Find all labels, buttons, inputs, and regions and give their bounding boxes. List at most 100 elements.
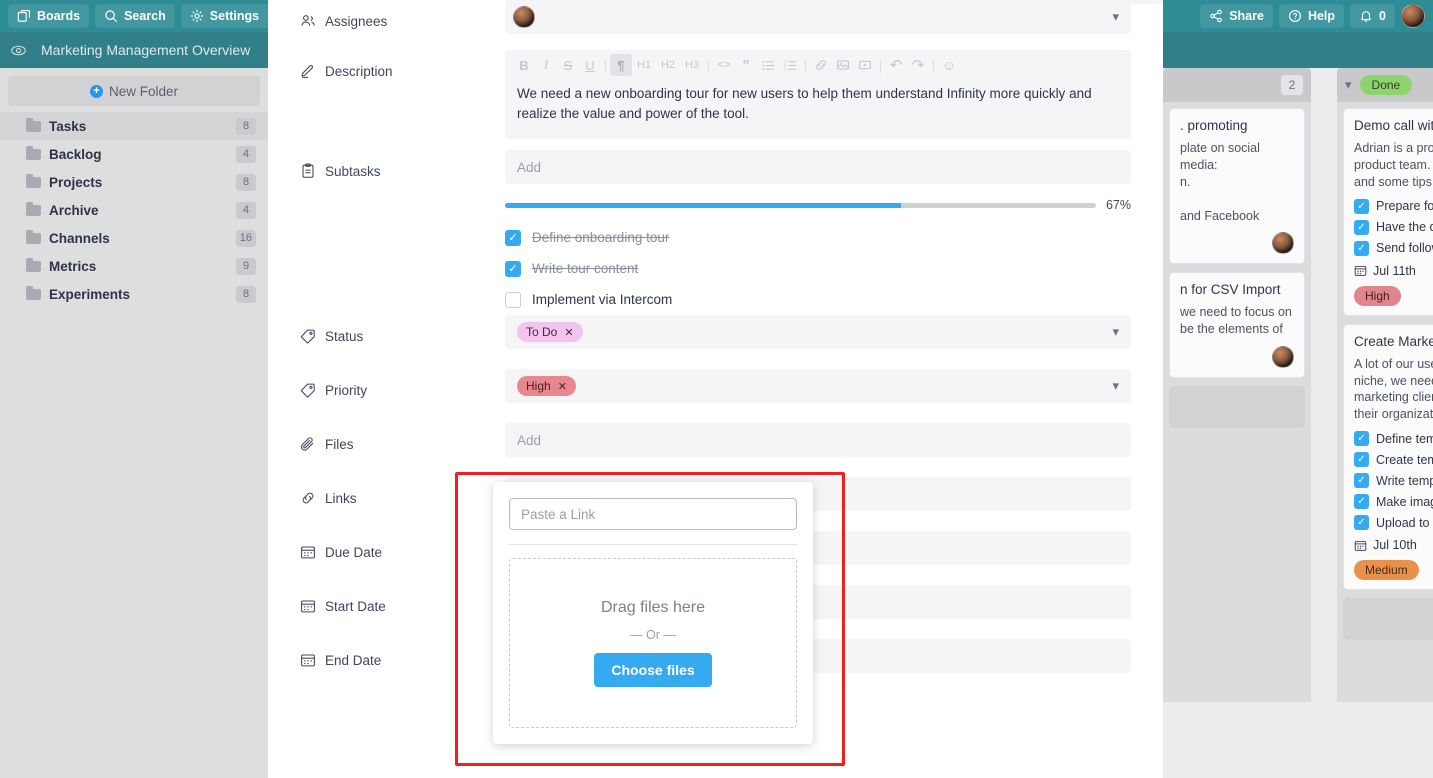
heading-1-icon[interactable]: H1 [632, 54, 656, 76]
help-button[interactable]: Help [1278, 4, 1345, 28]
paste-link-input[interactable]: Paste a Link [509, 498, 797, 530]
avatar[interactable] [513, 6, 535, 28]
chevron-down-icon[interactable]: ▾ [1345, 77, 1352, 93]
kanban-column-header[interactable]: ▾ Done [1337, 68, 1433, 102]
kanban-card[interactable]: Demo call with Adrian is a produ product… [1343, 108, 1433, 316]
blockquote-icon[interactable]: ” [735, 54, 757, 76]
notifications-button[interactable]: 0 [1350, 4, 1395, 28]
sidebar-item-count: 8 [236, 117, 256, 135]
kanban-card-subtask[interactable]: ✓ Have the dem [1354, 219, 1433, 235]
boards-button[interactable]: Boards [8, 4, 90, 28]
checkbox-checked-icon[interactable]: ✓ [1354, 452, 1369, 468]
video-icon[interactable] [854, 54, 876, 76]
subtasks-label: Subtasks [325, 163, 381, 179]
remove-tag-icon[interactable]: ✕ [564, 326, 573, 339]
share-button[interactable]: Share [1200, 4, 1273, 28]
chevron-down-icon[interactable]: ▾ [1112, 9, 1119, 25]
paragraph-icon[interactable]: ¶ [610, 54, 632, 76]
kanban-columns: 2 . promoting plate on social media: n. … [1163, 68, 1433, 702]
heading-3-icon[interactable]: H3 [680, 54, 704, 76]
image-icon[interactable] [832, 54, 854, 76]
kanban-card[interactable]: . promoting plate on social media: n. an… [1169, 108, 1305, 265]
kanban-card-subtask[interactable]: ✓ Prepare for th [1354, 198, 1433, 214]
underline-icon[interactable]: U [579, 54, 601, 76]
search-button[interactable]: Search [95, 4, 175, 28]
description-text[interactable]: We need a new onboarding tour for new us… [505, 80, 1131, 139]
sidebar-item-channels[interactable]: Channels 16 [0, 224, 268, 252]
avatar[interactable] [1272, 346, 1294, 369]
kanban-column-count: 2 [1281, 75, 1303, 95]
checkbox-checked-icon[interactable]: ✓ [1354, 431, 1369, 447]
priority-select[interactable]: High ✕ ▾ [505, 369, 1131, 403]
user-avatar[interactable] [1401, 4, 1425, 28]
kanban-card-date: Jul 11th [1354, 264, 1433, 278]
checkbox-checked-icon[interactable]: ✓ [505, 260, 521, 277]
bullet-list-icon[interactable] [757, 54, 779, 76]
chevron-down-icon[interactable]: ▾ [1112, 324, 1119, 340]
subtask-item[interactable]: ✓ Define onboarding tour [505, 222, 1131, 253]
status-tag[interactable]: To Do ✕ [517, 322, 583, 342]
kanban-column-status-badge: Done [1359, 75, 1413, 95]
description-editor[interactable]: B I S U | ¶ H1 H2 H3 | <> ” 1 2 3 | | ↶ … [505, 50, 1131, 139]
subtask-item[interactable]: Implement via Intercom [505, 284, 1131, 315]
subtask-item[interactable]: ✓ Write tour content [505, 253, 1131, 284]
kanban-card[interactable]: n for CSV Import we need to focus on be … [1169, 272, 1305, 379]
kanban-card-subtask-label: Send follow u [1376, 241, 1433, 256]
choose-files-button[interactable]: Choose files [594, 653, 712, 687]
calendar-icon [300, 652, 316, 668]
files-add-input[interactable]: Add [505, 423, 1131, 457]
kanban-card-priority-tag[interactable]: High [1354, 285, 1401, 306]
sidebar-item-experiments[interactable]: Experiments 8 [0, 280, 268, 308]
checkbox-checked-icon[interactable]: ✓ [505, 229, 521, 246]
checkbox-checked-icon[interactable]: ✓ [1354, 240, 1369, 256]
status-tag-label: To Do [526, 325, 558, 339]
code-icon[interactable]: <> [713, 54, 735, 76]
strikethrough-icon[interactable]: S [557, 54, 579, 76]
emoji-icon[interactable]: ☺ [938, 54, 960, 76]
new-folder-button[interactable]: + New Folder [8, 76, 260, 106]
kanban-column-header[interactable]: 2 [1163, 68, 1311, 102]
subtasks-label-group: Subtasks [300, 150, 505, 179]
checkbox-checked-icon[interactable]: ✓ [1354, 219, 1369, 235]
toolbar-separator: | [603, 57, 608, 73]
sidebar-item-tasks[interactable]: Tasks 8 [0, 112, 268, 140]
checkbox-checked-icon[interactable]: ✓ [1354, 494, 1369, 510]
link-icon[interactable] [810, 54, 832, 76]
assignees-select[interactable]: ▾ [505, 0, 1131, 34]
kanban-card-priority-tag[interactable]: Medium [1354, 560, 1419, 581]
sidebar-item-count: 8 [236, 285, 256, 303]
file-dropzone[interactable]: Drag files here — Or — Choose files [509, 558, 797, 728]
bold-icon[interactable]: B [513, 54, 535, 76]
kanban-card-body: we need to focus on be the elements of [1180, 305, 1292, 337]
heading-2-icon[interactable]: H2 [656, 54, 680, 76]
kanban-card-subtask[interactable]: ✓ Write templat [1354, 473, 1433, 489]
priority-tag[interactable]: High ✕ [517, 376, 576, 396]
calendar-icon [1354, 539, 1367, 552]
kanban-card[interactable]: Create Marketi A lot of our users niche,… [1343, 323, 1433, 591]
sidebar-item-backlog[interactable]: Backlog 4 [0, 140, 268, 168]
kanban-card-subtask[interactable]: ✓ Define templa [1354, 431, 1433, 447]
kanban-card-subtask[interactable]: ✓ Make images [1354, 494, 1433, 510]
kanban-card-subtask[interactable]: ✓ Send follow u [1354, 240, 1433, 256]
remove-tag-icon[interactable]: ✕ [558, 380, 567, 393]
chevron-down-icon[interactable]: ▾ [1112, 378, 1119, 394]
people-icon [300, 13, 316, 29]
numbered-list-icon[interactable]: 123 [779, 54, 801, 76]
sidebar-item-metrics[interactable]: Metrics 9 [0, 252, 268, 280]
eye-icon[interactable] [10, 42, 27, 59]
subtask-add-input[interactable]: Add [505, 150, 1131, 184]
checkbox-checked-icon[interactable]: ✓ [1354, 473, 1369, 489]
kanban-card-subtask[interactable]: ✓ Upload to wel [1354, 515, 1433, 531]
avatar[interactable] [1272, 232, 1294, 255]
checkbox-checked-icon[interactable]: ✓ [1354, 198, 1369, 214]
redo-icon[interactable]: ↷ [907, 54, 929, 76]
undo-icon[interactable]: ↶ [885, 54, 907, 76]
settings-button[interactable]: Settings [180, 4, 269, 28]
status-select[interactable]: To Do ✕ ▾ [505, 315, 1131, 349]
italic-icon[interactable]: I [535, 54, 557, 76]
checkbox-checked-icon[interactable]: ✓ [1354, 515, 1369, 531]
checkbox-unchecked-icon[interactable] [505, 291, 521, 308]
sidebar-item-projects[interactable]: Projects 8 [0, 168, 268, 196]
kanban-card-subtask[interactable]: ✓ Create templa [1354, 452, 1433, 468]
sidebar-item-archive[interactable]: Archive 4 [0, 196, 268, 224]
